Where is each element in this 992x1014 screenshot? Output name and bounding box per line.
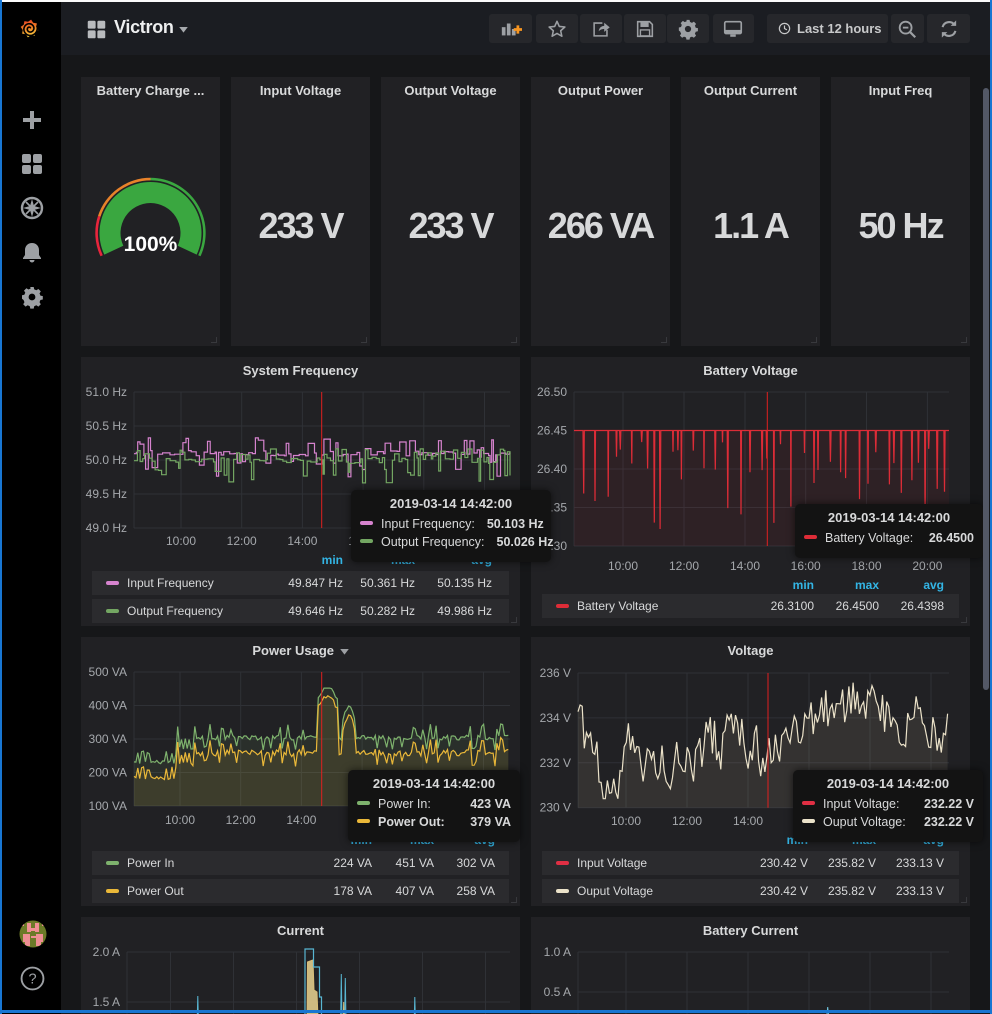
svg-text:51.0 Hz: 51.0 Hz (86, 385, 127, 399)
svg-text:49.0 Hz: 49.0 Hz (86, 521, 127, 535)
svg-text:14:00: 14:00 (730, 559, 760, 573)
svg-text:20:00: 20:00 (912, 559, 942, 573)
svg-text:1.0 A: 1.0 A (544, 945, 571, 959)
svg-text:26.45: 26.45 (537, 424, 567, 438)
svg-text:10:00: 10:00 (165, 813, 195, 827)
svg-text:100 VA: 100 VA (89, 799, 127, 813)
svg-text:232 V: 232 V (540, 756, 571, 770)
svg-text:2.0 A: 2.0 A (93, 945, 120, 959)
svg-text:0.5 A: 0.5 A (544, 985, 571, 999)
svg-text:200 VA: 200 VA (89, 766, 127, 780)
svg-text:236 V: 236 V (540, 666, 571, 680)
svg-text:50.5 Hz: 50.5 Hz (86, 419, 127, 433)
svg-text:12:00: 12:00 (669, 559, 699, 573)
svg-text:10:00: 10:00 (608, 559, 638, 573)
svg-text:300 VA: 300 VA (89, 732, 127, 746)
svg-text:50.0 Hz: 50.0 Hz (86, 453, 127, 467)
svg-text:400 VA: 400 VA (89, 699, 127, 713)
svg-text:49.5 Hz: 49.5 Hz (86, 487, 127, 501)
svg-text:10:00: 10:00 (166, 534, 196, 548)
svg-text:234 V: 234 V (540, 711, 571, 725)
svg-text:1.5 A: 1.5 A (93, 995, 120, 1009)
svg-text:26.50: 26.50 (537, 385, 567, 399)
svg-text:12:00: 12:00 (672, 814, 702, 828)
svg-text:12:00: 12:00 (226, 813, 256, 827)
svg-text:?: ? (28, 972, 36, 988)
svg-text:14:00: 14:00 (287, 534, 317, 548)
svg-text:16:00: 16:00 (791, 559, 821, 573)
svg-text:500 VA: 500 VA (89, 665, 127, 679)
svg-text:10:00: 10:00 (611, 814, 641, 828)
svg-text:12:00: 12:00 (227, 534, 257, 548)
svg-text:100%: 100% (124, 233, 178, 256)
svg-text:14:00: 14:00 (733, 814, 763, 828)
svg-text:26.40: 26.40 (537, 462, 567, 476)
svg-text:18:00: 18:00 (851, 559, 881, 573)
svg-text:230 V: 230 V (540, 801, 571, 815)
svg-text:14:00: 14:00 (286, 813, 316, 827)
